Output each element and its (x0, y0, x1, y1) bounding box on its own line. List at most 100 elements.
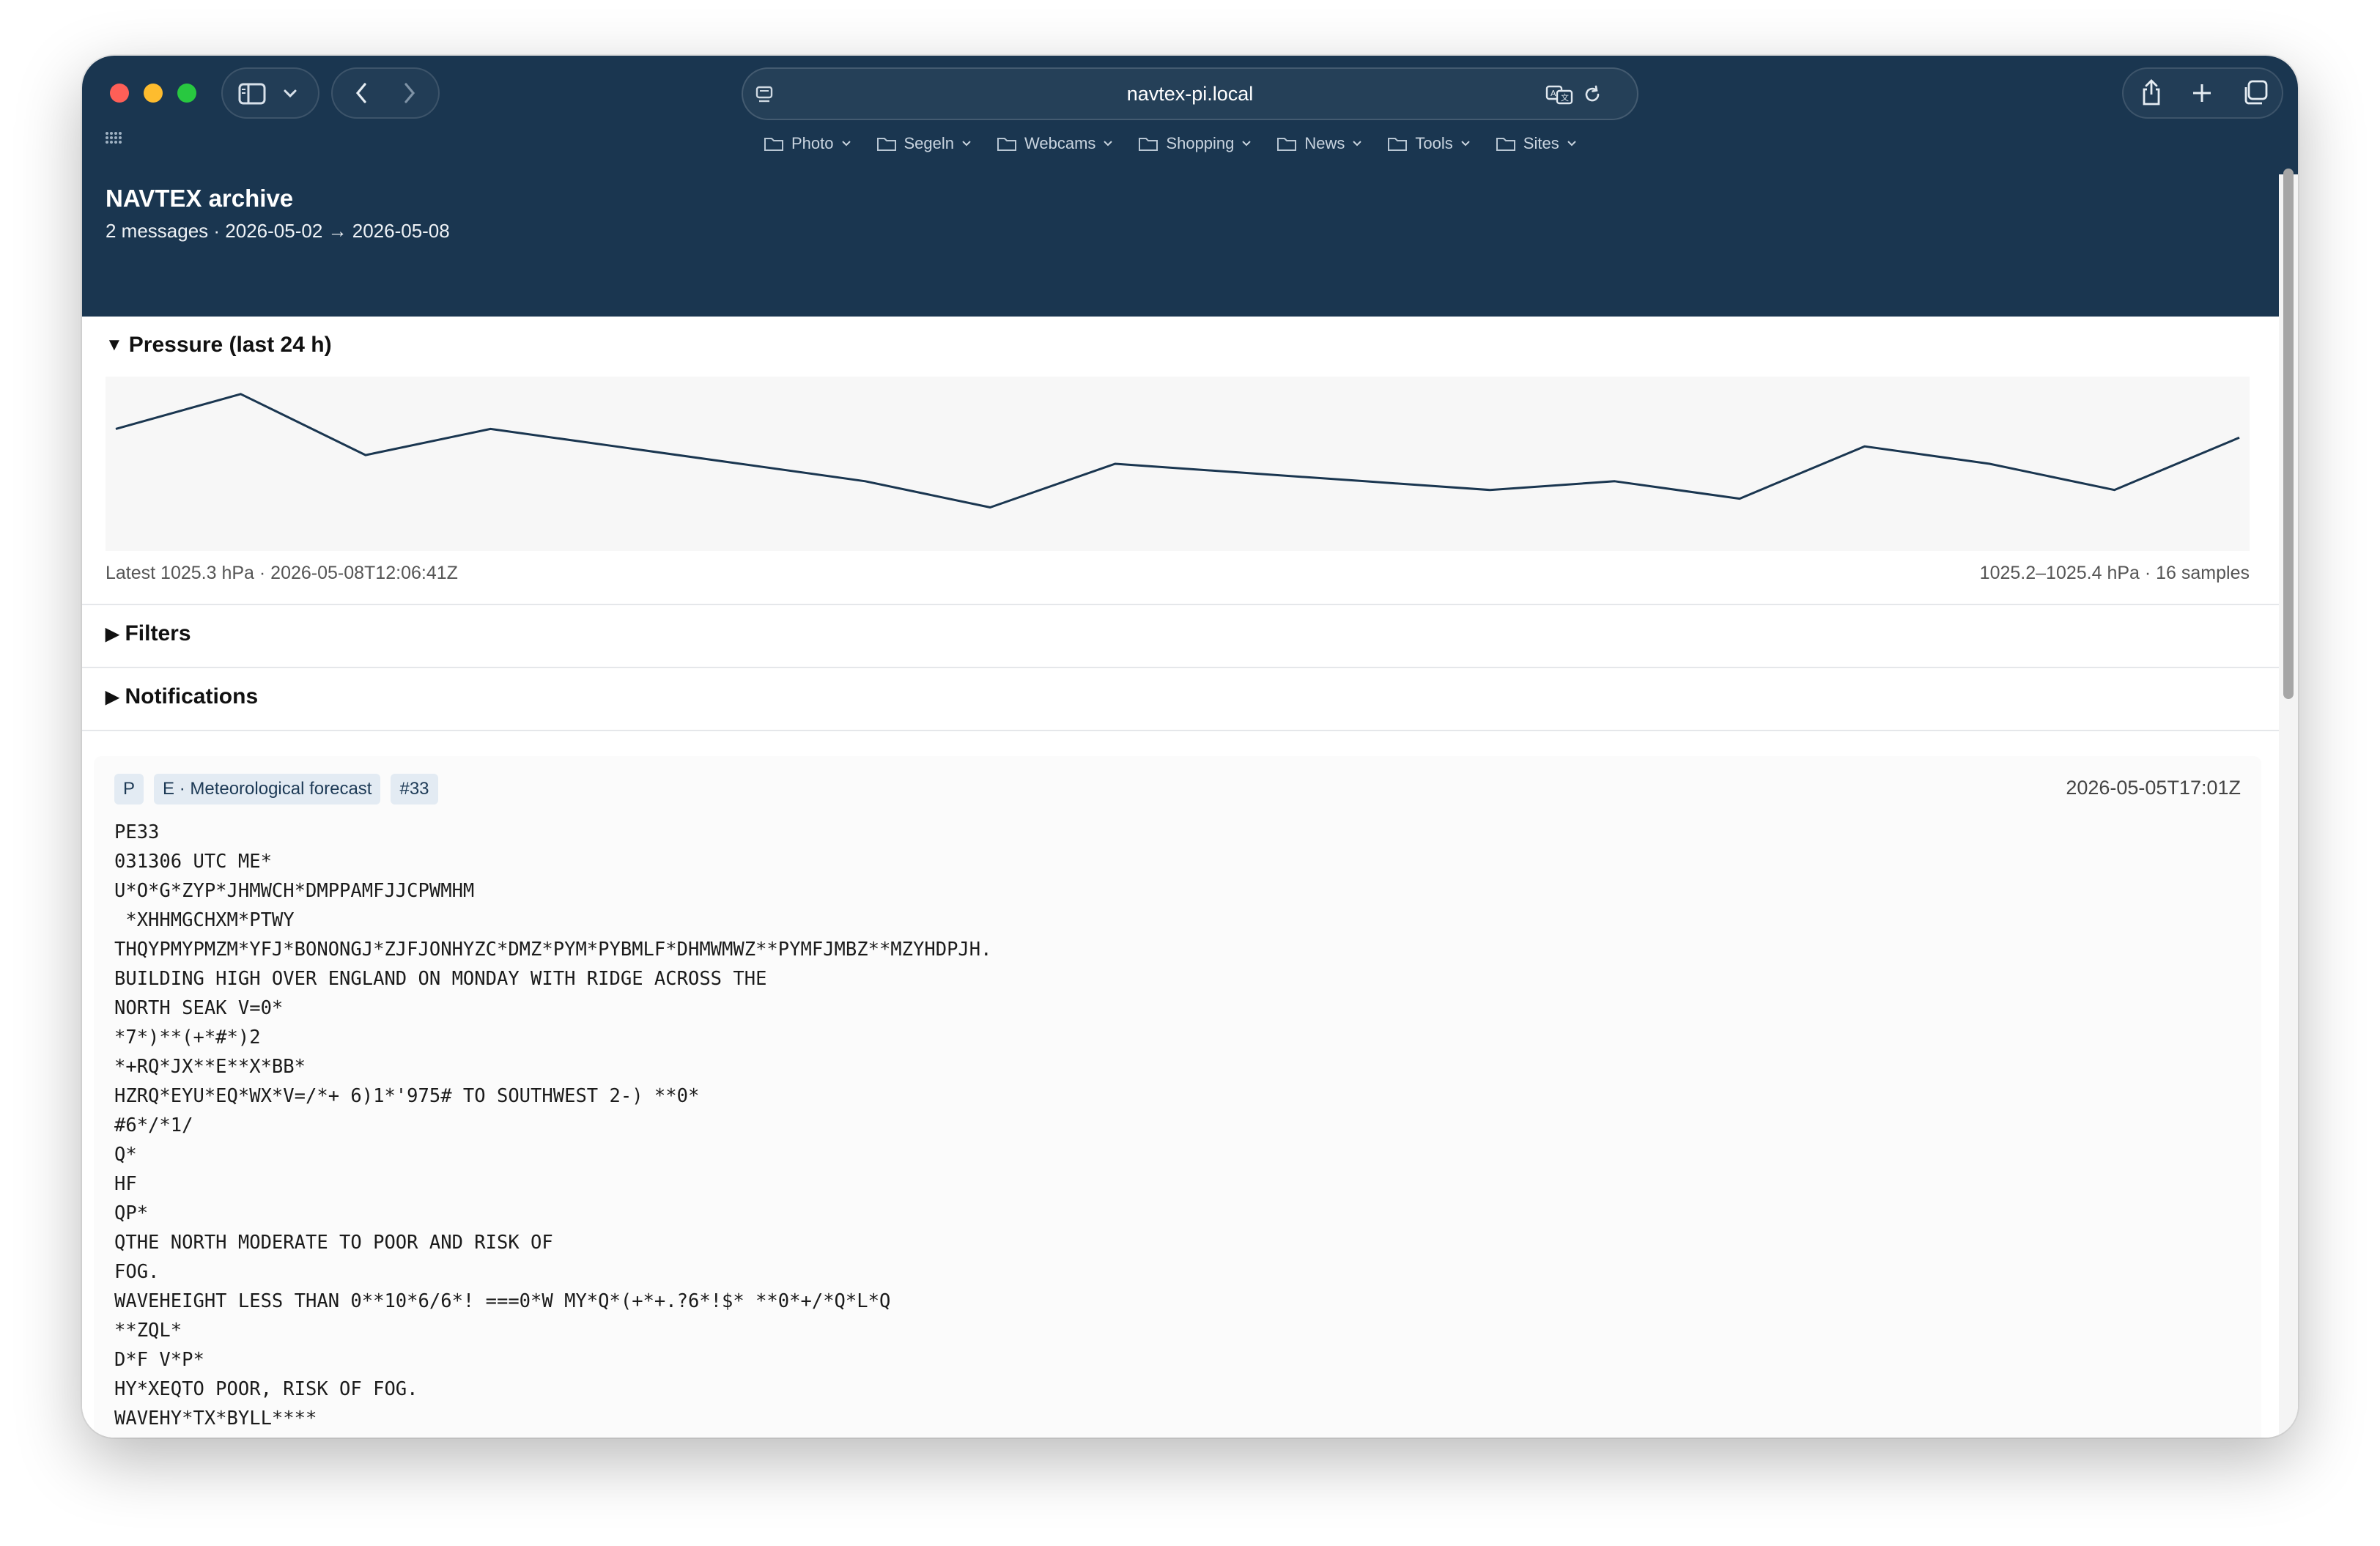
maximize-window-button[interactable] (177, 84, 196, 103)
message-line: FOG. (114, 1261, 160, 1283)
message-line: QP* (114, 1202, 149, 1224)
svg-text:A: A (1551, 89, 1556, 98)
url-text: navtex-pi.local (1126, 83, 1254, 105)
bookmarks-bar: Photo Segeln Webcams Shopping News Tools… (764, 129, 1577, 158)
address-bar[interactable]: navtex-pi.local A文 (742, 67, 1638, 120)
bookmark-folder-news[interactable]: News (1276, 134, 1362, 153)
message-line: *XHHMGCHXM*PTWY (114, 909, 295, 931)
pressure-range: 1025.2–1025.4 hPa · 16 samples (1979, 563, 2250, 583)
chevron-down-icon (962, 141, 971, 147)
filters-heading: Filters (125, 621, 191, 646)
triangle-right-icon: ▶ (106, 687, 119, 707)
browser-window: navtex-pi.local A文 Photo Segeln Webcams … (82, 56, 2298, 1438)
chevron-down-icon (1242, 141, 1252, 147)
chevron-down-icon (1567, 141, 1576, 147)
bookmark-folder-shopping[interactable]: Shopping (1138, 134, 1252, 153)
chevron-down-icon (1461, 141, 1470, 147)
triangle-down-icon: ▼ (106, 335, 123, 355)
message-line: PE33 (114, 821, 160, 843)
notifications-heading: Notifications (125, 684, 259, 709)
bookmark-folder-segeln[interactable]: Segeln (876, 134, 972, 153)
sidebar-toggle-group (221, 67, 319, 119)
close-window-button[interactable] (110, 84, 129, 103)
bookmark-label: Segeln (903, 134, 955, 152)
message-line: NORTH SEAK V=0* (114, 997, 284, 1019)
folder-icon (997, 138, 1017, 151)
message-line: WAVEHY*TX*BYLL**** (114, 1408, 317, 1430)
subject-badge: E · Meteorological forecast (154, 774, 381, 805)
triangle-right-icon: ▶ (106, 624, 119, 644)
message-line: D*F V*P* (114, 1349, 204, 1371)
priority-badge: P (114, 774, 144, 805)
message-line: #6*/*1/ (114, 1114, 193, 1136)
divider (82, 667, 2279, 668)
browser-toolbar: navtex-pi.local A文 Photo Segeln Webcams … (82, 56, 2298, 174)
chevron-down-icon[interactable] (281, 85, 299, 103)
bookmark-folder-photo[interactable]: Photo (764, 134, 851, 153)
new-tab-plus-icon[interactable] (2189, 81, 2214, 106)
apps-grid-icon[interactable] (106, 132, 123, 147)
filters-section-toggle[interactable]: ▶ Filters (106, 621, 191, 646)
chevron-down-icon (841, 141, 851, 147)
message-line: **ZQL* (114, 1320, 182, 1342)
message-line: *+RQ*JX**E**X*BB* (114, 1056, 306, 1078)
notifications-section-toggle[interactable]: ▶ Notifications (106, 684, 258, 709)
pressure-chart-svg (115, 393, 2240, 508)
message-line: Q* (114, 1144, 137, 1166)
bookmark-label: Tools (1415, 134, 1453, 152)
back-arrow-icon[interactable] (350, 81, 372, 106)
bookmark-label: Shopping (1166, 134, 1235, 152)
scrollbar-thumb[interactable] (2283, 169, 2294, 699)
reload-icon[interactable] (1581, 84, 1603, 106)
message-number-badge: #33 (391, 774, 438, 805)
pressure-heading: Pressure (last 24 h) (128, 333, 332, 357)
folder-icon (1496, 138, 1515, 151)
pressure-section-toggle[interactable]: ▼ Pressure (last 24 h) (106, 333, 332, 358)
message-line: WAVEHEIGHT LESS THAN 0**10*6/6*! ===0*W … (114, 1290, 891, 1312)
bookmark-folder-tools[interactable]: Tools (1387, 134, 1470, 153)
folder-icon (1277, 138, 1297, 151)
message-line: *F***QP*YXY*F V==0Y*Z (114, 1437, 350, 1438)
bookmark-label: News (1304, 134, 1345, 152)
message-line: HF (114, 1173, 137, 1195)
page-subtitle: 2 messages · 2026-05-02 → 2026-05-08 (106, 220, 450, 242)
chevron-down-icon (1104, 141, 1113, 147)
chevron-down-icon (1353, 141, 1362, 147)
main-content: ▼ Pressure (last 24 h) Latest 1025.3 hPa… (82, 317, 2279, 1438)
folder-icon (1139, 138, 1158, 151)
message-line: BUILDING HIGH OVER ENGLAND ON MONDAY WIT… (114, 968, 767, 990)
bookmark-label: Photo (791, 134, 834, 152)
folder-icon (764, 138, 783, 151)
bookmark-folder-webcams[interactable]: Webcams (997, 134, 1113, 153)
page-title: NAVTEX archive (106, 185, 294, 212)
message-timestamp: 2026-05-05T17:01Z (2066, 777, 2241, 799)
minimize-window-button[interactable] (144, 84, 163, 103)
pressure-latest: Latest 1025.3 hPa · 2026-05-08T12:06:41Z (106, 563, 458, 583)
translate-icon[interactable]: A文 (1545, 84, 1574, 106)
message-body: PE33 031306 UTC ME* U*O*G*ZYP*JHMWCH*DMP… (114, 818, 991, 1438)
message-line: HY*XEQTO POOR, RISK OF FOG. (114, 1378, 418, 1400)
message-line: HZRQ*EYU*EQ*WX*V=/*+ 6)1*'975# TO SOUTHW… (114, 1085, 700, 1107)
folder-icon (876, 138, 896, 151)
message-line: *7*)**(+*#*)2 (114, 1027, 261, 1048)
message-card: P E · Meteorological forecast #33 2026-0… (94, 756, 2261, 1438)
sidebar-icon[interactable] (237, 82, 267, 106)
svg-text:文: 文 (1561, 92, 1569, 103)
message-line: 031306 UTC ME* (114, 851, 272, 873)
page-header: NAVTEX archive 2 messages · 2026-05-02 →… (82, 174, 2279, 317)
forward-arrow-icon[interactable] (399, 81, 421, 106)
pressure-series-line (115, 393, 2240, 508)
bookmark-label: Sites (1523, 134, 1559, 152)
message-line: THQYPMYPMZM*YFJ*BONONGJ*ZJFJONHYZC*DMZ*P… (114, 939, 992, 961)
message-line: U*O*G*ZYP*JHMWCH*DMPPAMFJJCPWMHM (114, 880, 475, 902)
folder-icon (1388, 138, 1408, 151)
message-line: QTHE NORTH MODERATE TO POOR AND RISK OF (114, 1232, 553, 1254)
divider (82, 604, 2279, 605)
bookmark-label: Webcams (1024, 134, 1096, 152)
share-icon[interactable] (2138, 78, 2165, 107)
message-badges: P E · Meteorological forecast #33 (114, 774, 438, 805)
pressure-chart (106, 377, 2250, 551)
tab-overview-icon[interactable] (2241, 79, 2269, 107)
divider (82, 730, 2279, 731)
bookmark-folder-sites[interactable]: Sites (1496, 134, 1577, 153)
